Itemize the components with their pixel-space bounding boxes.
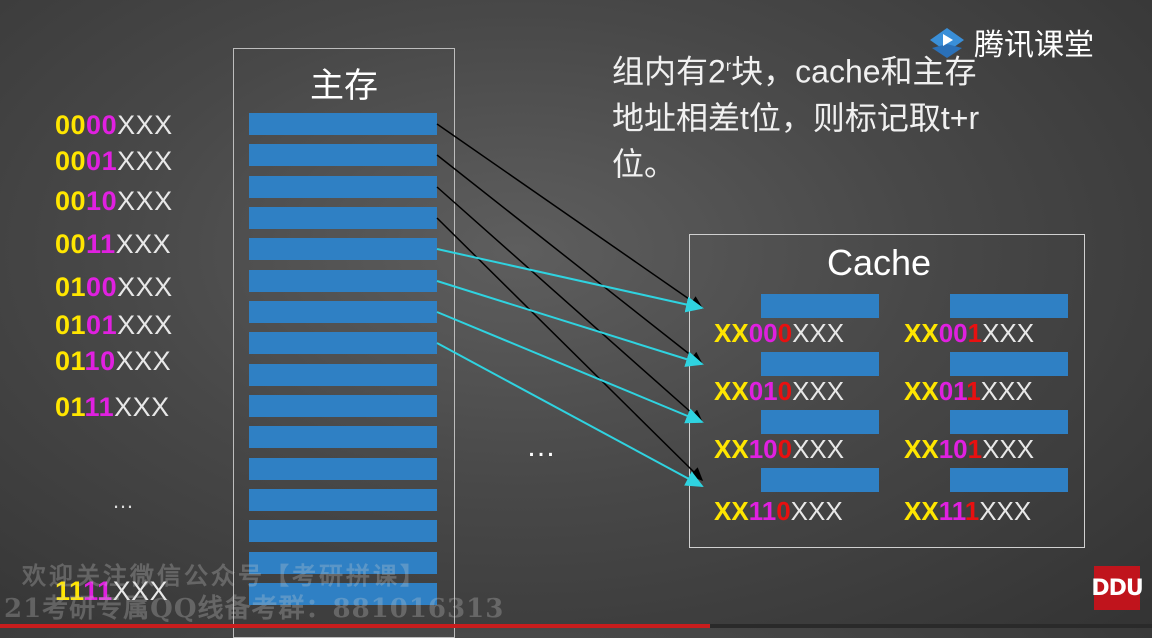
mapping-arrow-cyan bbox=[436, 248, 704, 313]
mapping-arrow-cyan bbox=[436, 280, 704, 367]
mapping-arrows bbox=[436, 123, 704, 487]
play-triangle-icon bbox=[930, 28, 964, 58]
mapping-arrow-black bbox=[436, 186, 704, 423]
watermark-line-1: 欢迎关注微信公众号【考研拼课】 bbox=[22, 561, 427, 590]
mapping-arrow-cyan bbox=[436, 342, 704, 487]
tencent-classroom-logo: 腾讯课堂 bbox=[926, 20, 1094, 64]
mapping-arrow-black bbox=[436, 123, 704, 309]
ddu-badge: DDU bbox=[1091, 566, 1144, 610]
watermark-line-2: 21考研专属QQ线备考群：881016313 bbox=[4, 594, 505, 624]
mapping-arrow-cyan bbox=[436, 311, 704, 424]
logo-text: 腾讯课堂 bbox=[974, 29, 1094, 62]
mapping-arrow-black bbox=[436, 154, 704, 365]
progress-fill bbox=[0, 624, 710, 628]
